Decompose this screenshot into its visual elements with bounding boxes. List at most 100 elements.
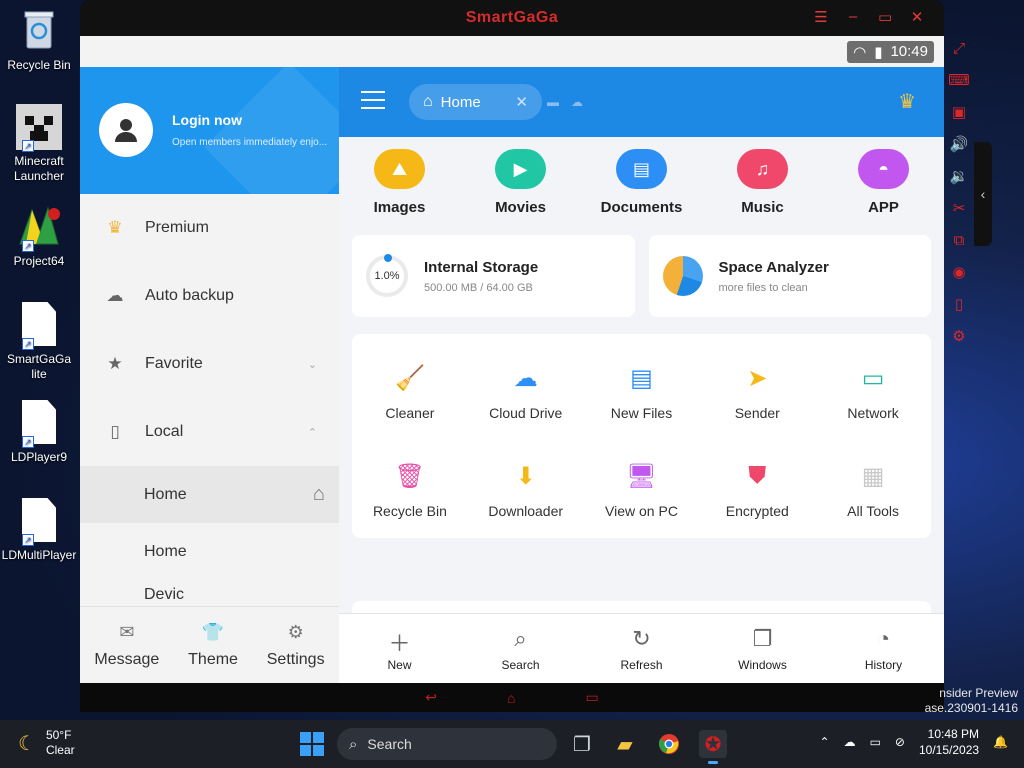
smartgaga-taskbar-icon[interactable]: ✪ [699,730,727,764]
settings-button[interactable]: ⚙ Settings [267,622,325,669]
storage-percent: 1.0% [374,270,400,282]
analyzer-detail: more files to clean [718,281,808,294]
chevron-up-icon: ⌃ [307,426,317,439]
close-tab-icon[interactable]: ✕ [515,93,528,111]
close-icon[interactable]: ✕ [910,8,924,26]
tool-network[interactable]: ▭ Network [815,342,931,440]
volume-down-icon[interactable]: 🔉 [950,168,969,186]
tool-new-files[interactable]: ▤ New Files [584,342,700,440]
drawer-subitem-home[interactable]: Home [80,523,339,580]
tool-cleaner[interactable]: 🧹 Cleaner [352,342,468,440]
router-icon: ▭ [861,364,885,392]
clock-icon: ◔ [876,625,891,651]
keyboard-icon[interactable]: ⌨ [948,72,970,90]
watermark-line: nsider Preview [939,686,1018,700]
category-music[interactable]: ♫ Music [713,147,813,245]
theme-button[interactable]: 👕 Theme [188,622,238,669]
extra-tab-icons[interactable]: ▬☁ [547,95,595,109]
apk-icon[interactable]: ▣ [952,104,966,122]
history-button[interactable]: ◔ History [834,626,934,672]
onedrive-icon[interactable]: ☁ [844,735,856,749]
multi-instance-icon[interactable]: ⧉ [954,232,965,250]
moon-icon: ☾ [18,732,36,755]
shortcut-arrow-icon: ↗ [22,240,34,252]
desktop-icon-minecraft[interactable]: ↗ Minecraft Launcher [0,104,78,184]
desktop-icon-project64[interactable]: ↗ Project64 [0,204,78,269]
taskbar-search[interactable]: ⌕ Search [337,728,557,760]
tool-cloud-drive[interactable]: ☁ Cloud Drive [468,342,584,440]
paper-plane-icon: ➤ [747,364,768,392]
drawer-header[interactable]: Login now Open members immediately enjo.… [80,67,339,194]
internal-storage-card[interactable]: 1.0% Internal Storage 500.00 MB / 64.00 … [352,235,635,317]
category-documents[interactable]: ▤ Documents [592,147,692,245]
desktop-icon-smartgaga-lite[interactable]: ↗ SmartGaGa lite [0,302,78,382]
menu-icon[interactable]: ☰ [814,8,828,26]
tool-label: Cloud Drive [489,405,563,421]
tool-sender[interactable]: ➤ Sender [699,342,815,440]
drawer-item-favorite[interactable]: ★ Favorite ⌄ [80,330,339,398]
main-content: ⌂ Home ✕ ▬☁ ♛ ⛰ Images ▶ Movies ▤ Docume… [339,67,944,683]
chevron-up-icon[interactable]: ⌃ [820,735,830,749]
new-button[interactable]: ＋ New [350,626,450,672]
monitor-icon[interactable]: ▭ [870,735,881,749]
tool-view-on-pc[interactable]: 🖥 View on PC [584,440,700,538]
collapse-sidebar-tab[interactable]: ‹ [974,142,992,246]
analyzer-title: Space Analyzer [718,258,829,276]
message-button[interactable]: ✉ Message [94,622,159,669]
start-button[interactable] [300,732,324,756]
desktop-icon-recycle-bin[interactable]: Recycle Bin [0,8,78,73]
window-controls: ☰ – ▭ ✕ [814,8,924,26]
storage-detail: 500.00 MB / 64.00 GB [424,281,533,294]
space-analyzer-card[interactable]: Space Analyzer more files to clean [648,235,931,317]
tab-home[interactable]: ⌂ Home ✕ [409,84,542,120]
clock[interactable]: 10:48 PM 10/15/2023 [919,726,979,758]
network-icon[interactable]: ⊘ [895,735,905,749]
category-app[interactable]: ◓ APP [834,147,934,245]
user-icon [115,119,137,142]
notification-bell-icon[interactable]: 🔔 [993,735,1008,749]
home-nav-icon[interactable]: ⌂ [507,690,515,706]
premium-icon: ♛ [107,218,123,237]
project64-icon: ↗ [16,204,62,252]
chrome-icon[interactable] [655,730,683,758]
location-icon[interactable]: ◉ [952,264,965,282]
tool-recycle-bin[interactable]: 🗑 Recycle Bin [352,440,468,538]
desktop-icon-ldmultiplayer[interactable]: ↗ LDMultiPlayer [0,498,78,563]
tool-all-tools[interactable]: ▦ All Tools [815,440,931,538]
task-view-icon[interactable]: ❐ [568,730,596,758]
file-explorer-icon[interactable]: ▰ [611,730,639,758]
tool-downloader[interactable]: ⬇ Downloader [468,440,584,538]
back-icon[interactable]: ↩ [425,689,437,706]
refresh-icon: ↻ [632,625,651,651]
status-time: 10:49 [890,43,928,60]
login-link[interactable]: Login now [172,112,242,128]
drawer-item-local[interactable]: ▯ Local ⌃ [80,398,339,466]
refresh-button[interactable]: ↻ Refresh [592,626,692,672]
hamburger-icon[interactable] [361,91,385,115]
search-button[interactable]: ⌕ Search [471,626,571,672]
gear-icon[interactable]: ⚙ [952,328,965,346]
tool-encrypted[interactable]: ⛊ Encrypted [699,440,815,538]
category-images[interactable]: ⛰ Images [350,147,450,245]
drawer-item-auto-backup[interactable]: ☁ Auto backup [80,262,339,330]
category-movies[interactable]: ▶ Movies [471,147,571,245]
crown-icon[interactable]: ♛ [898,89,916,114]
minimize-icon[interactable]: – [846,8,860,26]
avatar[interactable] [99,103,153,157]
windows-button[interactable]: ❐ Windows [713,626,813,672]
storage-ring: 1.0% [366,254,408,297]
fullscreen-icon[interactable]: ⤢ [953,40,965,58]
drawer-item-premium[interactable]: ♛ Premium [80,194,339,262]
volume-up-icon[interactable]: 🔊 [950,136,969,154]
drawer-subitem-home-active[interactable]: Home ⌂ [80,466,339,523]
emulator-titlebar[interactable]: SmartGaGa ☰ – ▭ ✕ [80,0,944,36]
maximize-icon[interactable]: ▭ [878,8,892,26]
drawer-subitem-device[interactable]: Devic [80,580,339,604]
weather-widget[interactable]: ☾ 50°F Clear [18,728,75,758]
message-icon: ✉ [119,621,135,642]
desktop-icon-ldplayer9[interactable]: ↗ LDPlayer9 [0,400,78,465]
scissors-icon[interactable]: ✂ [953,200,966,218]
recents-icon[interactable]: ▭ [585,689,598,706]
shake-icon[interactable]: ▯ [955,296,963,314]
drawer-item-label: Favorite [145,355,203,372]
